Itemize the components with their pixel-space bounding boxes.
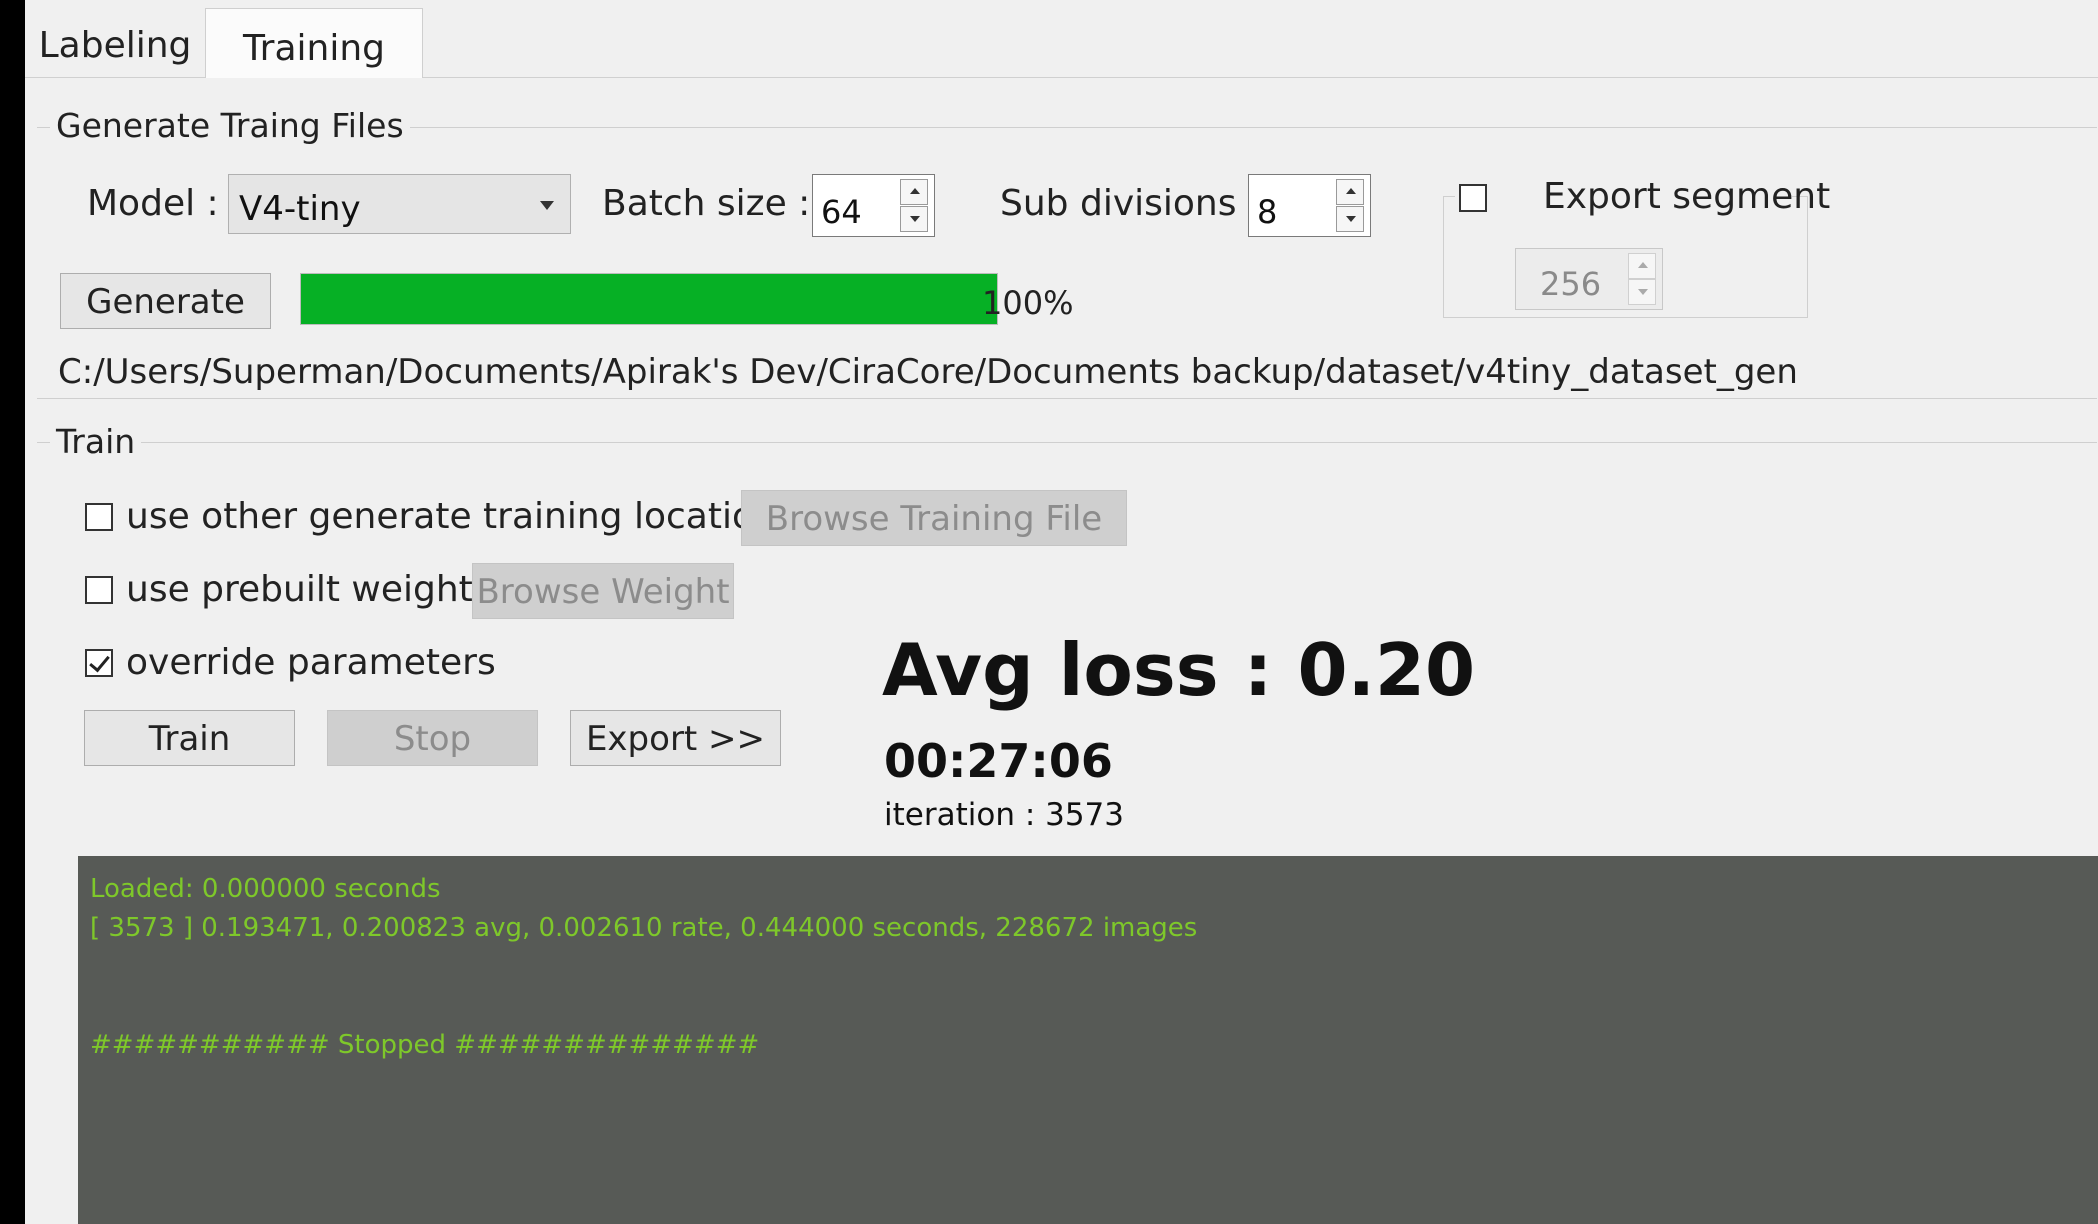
spin-down-icon[interactable] — [900, 206, 928, 232]
tab-bar: Labeling Training — [25, 0, 2098, 78]
progress-fill — [301, 274, 997, 324]
browse-training-file-button[interactable]: Browse Training File — [741, 490, 1127, 546]
prebuilt-weight-checkbox[interactable] — [85, 576, 113, 604]
export-segment-header: Export segment — [1455, 176, 1830, 220]
spin-down-icon[interactable] — [1336, 206, 1364, 232]
generate-group-title: Generate Traing Files — [50, 106, 410, 145]
model-select[interactable]: V4-tiny — [228, 174, 571, 234]
sub-divisions-spinbox[interactable]: 8 — [1248, 174, 1371, 237]
prebuilt-weight-label: use prebuilt weight — [126, 569, 473, 610]
log-line: ########### Stopped ############## — [90, 1030, 760, 1060]
override-parameters-checkbox[interactable] — [85, 649, 113, 677]
spin-down-icon[interactable] — [1628, 279, 1656, 305]
stop-button[interactable]: Stop — [327, 710, 538, 766]
iteration-count: iteration : 3573 — [884, 797, 1125, 833]
batch-size-label: Batch size : — [602, 183, 811, 224]
spin-up-icon[interactable] — [1336, 179, 1364, 205]
override-parameters-label: override parameters — [126, 642, 496, 683]
chevron-down-icon — [540, 201, 554, 210]
generate-progress-bar — [300, 273, 998, 325]
training-window: Labeling Training Generate Traing Files … — [25, 0, 2098, 1224]
browse-weight-button[interactable]: Browse Weight — [472, 563, 734, 619]
tab-labeling[interactable]: Labeling — [25, 16, 205, 76]
tab-training[interactable]: Training — [205, 8, 423, 78]
avg-loss-readout: Avg loss : 0.20 — [882, 628, 1476, 712]
log-line: Loaded: 0.000000 seconds — [90, 874, 441, 904]
other-location-label: use other generate training location — [126, 496, 777, 537]
export-button[interactable]: Export >> — [570, 710, 781, 766]
model-select-value: V4-tiny — [239, 189, 361, 229]
sub-divisions-value: 8 — [1257, 193, 1278, 231]
export-segment-label: Export segment — [1543, 176, 1831, 217]
sub-divisions-label: Sub divisions : — [1000, 183, 1261, 224]
other-location-checkbox[interactable] — [85, 503, 113, 531]
training-log-console[interactable]: Loaded: 0.000000 seconds [ 3573 ] 0.1934… — [78, 856, 2098, 1224]
batch-size-value: 64 — [821, 193, 862, 231]
model-label: Model : — [87, 183, 219, 224]
export-segment-checkbox[interactable] — [1459, 184, 1487, 212]
segment-size-spinbox[interactable]: 256 — [1515, 248, 1663, 310]
progress-percent: 100% — [982, 284, 1074, 322]
segment-size-value: 256 — [1540, 265, 1602, 303]
train-button[interactable]: Train — [84, 710, 295, 766]
batch-size-spinbox[interactable]: 64 — [812, 174, 935, 237]
spin-up-icon[interactable] — [900, 179, 928, 205]
log-line: [ 3573 ] 0.193471, 0.200823 avg, 0.00261… — [90, 913, 1198, 943]
output-path: C:/Users/Superman/Documents/Apirak's Dev… — [58, 352, 1798, 392]
train-group-title: Train — [50, 422, 142, 461]
elapsed-time: 00:27:06 — [884, 734, 1113, 788]
spin-up-icon[interactable] — [1628, 253, 1656, 279]
generate-button[interactable]: Generate — [60, 273, 271, 329]
